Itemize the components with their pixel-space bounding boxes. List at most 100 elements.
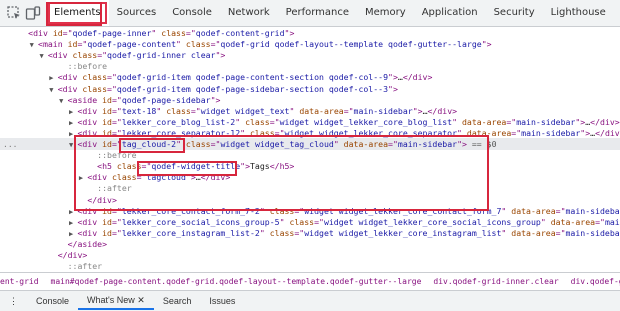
code-token: <div bbox=[28, 28, 53, 38]
drawer-tab-console[interactable]: Console bbox=[27, 296, 78, 306]
code-token: "> bbox=[285, 28, 295, 38]
code-token: <div bbox=[77, 117, 102, 127]
tab-console[interactable]: Console bbox=[164, 0, 220, 26]
code-token: " bbox=[280, 217, 290, 227]
code-token: =" bbox=[112, 106, 122, 116]
code-token: data-area bbox=[511, 206, 555, 216]
code-token: </aside> bbox=[68, 239, 107, 249]
breadcrumb-item[interactable]: div.qodef-grid-item.qodef-page-side bbox=[571, 277, 620, 286]
code-token: class bbox=[82, 72, 107, 82]
code-token: widget widget_lekker_core_social_icons_g… bbox=[324, 217, 541, 227]
code-token: "> bbox=[216, 50, 226, 60]
code-token: =" bbox=[63, 28, 73, 38]
tab-security[interactable]: Security bbox=[486, 0, 543, 26]
drawer-menu-icon[interactable]: ⋮ bbox=[0, 296, 27, 307]
code-token: id bbox=[102, 95, 112, 105]
code-token: "> bbox=[413, 106, 423, 116]
close-icon[interactable]: ✕ bbox=[137, 295, 145, 305]
code-token: =" bbox=[595, 217, 605, 227]
inspect-element-icon[interactable] bbox=[6, 5, 22, 21]
tab-network[interactable]: Network bbox=[220, 0, 278, 26]
code-token: widget widget_lekker_core_instagram_list bbox=[304, 228, 501, 238]
tab-lighthouse[interactable]: Lighthouse bbox=[543, 0, 614, 26]
code-token: main-sidebar bbox=[566, 228, 620, 238]
code-token: " bbox=[289, 106, 299, 116]
code-token: qodef-content-grid bbox=[196, 28, 285, 38]
tag-cloud-id-highlight bbox=[119, 138, 185, 153]
drawer-tab-search[interactable]: Search bbox=[154, 296, 201, 306]
code-token: </div> bbox=[58, 250, 88, 260]
code-token: =" bbox=[270, 117, 280, 127]
code-token: </div> bbox=[595, 128, 620, 138]
code-token: </div> bbox=[590, 117, 620, 127]
code-token: main-sidebar bbox=[354, 106, 413, 116]
code-token: class bbox=[166, 106, 191, 116]
collapse-triangle-icon[interactable]: ▼ bbox=[59, 97, 67, 105]
breadcrumb-item[interactable]: main#qodef-page-content.qodef-grid.qodef… bbox=[51, 277, 422, 286]
code-token: class bbox=[245, 117, 270, 127]
expand-triangle-icon bbox=[59, 241, 67, 249]
code-token: class bbox=[73, 50, 98, 60]
code-token: =" bbox=[112, 117, 122, 127]
tab-application[interactable]: Application bbox=[414, 0, 486, 26]
code-token: "> bbox=[211, 95, 221, 105]
code-token: class bbox=[82, 84, 107, 94]
code-token: " bbox=[452, 117, 462, 127]
code-token: =" bbox=[107, 72, 117, 82]
code-token: "> bbox=[580, 128, 590, 138]
code-token: "> bbox=[388, 84, 398, 94]
code-token: <main bbox=[38, 39, 68, 49]
code-token: =" bbox=[191, 106, 201, 116]
code-token: "> bbox=[388, 72, 398, 82]
code-token: =" bbox=[112, 217, 122, 227]
code-token: main-sidebar bbox=[521, 128, 580, 138]
expand-triangle-icon bbox=[49, 252, 57, 260]
code-token: "> bbox=[482, 39, 492, 49]
drawer-tab-issues[interactable]: Issues bbox=[200, 296, 244, 306]
code-token: main-sidebar bbox=[566, 206, 620, 216]
code-token: </div> bbox=[403, 72, 433, 82]
code-token: id bbox=[53, 28, 63, 38]
code-token: =" bbox=[186, 28, 196, 38]
expand-triangle-icon bbox=[20, 30, 28, 38]
code-token: " bbox=[501, 206, 511, 216]
code-token: =" bbox=[294, 228, 304, 238]
tab-performance[interactable]: Performance bbox=[278, 0, 357, 26]
selected-node-ellipsis[interactable]: ... bbox=[3, 140, 17, 149]
drawer-tab-whats-new[interactable]: What's New ✕ bbox=[78, 292, 154, 310]
code-token: " bbox=[235, 117, 245, 127]
tab-memory[interactable]: Memory bbox=[357, 0, 414, 26]
code-token: " bbox=[260, 228, 270, 238]
dom-node-line[interactable]: ::after bbox=[0, 260, 620, 272]
breadcrumb-item[interactable]: ent-grid bbox=[0, 277, 39, 286]
code-token: " bbox=[501, 228, 511, 238]
code-token: lekker_core_social_icons_group-5 bbox=[122, 217, 280, 227]
code-token: " bbox=[176, 39, 186, 49]
breadcrumb: ent-grid main#qodef-page-content.qodef-gr… bbox=[0, 272, 620, 291]
code-token: main-sidebar bbox=[516, 117, 575, 127]
code-token: " bbox=[541, 217, 551, 227]
code-token: <div bbox=[48, 50, 73, 60]
drawer-tabs: ⋮ Console What's New ✕ Search Issues bbox=[0, 290, 620, 311]
code-token: main-sidebar bbox=[605, 217, 620, 227]
expand-triangle-icon[interactable]: ▶ bbox=[49, 74, 57, 82]
collapse-triangle-icon[interactable]: ▼ bbox=[49, 86, 57, 94]
collapse-triangle-icon[interactable]: ▼ bbox=[39, 52, 47, 60]
collapse-triangle-icon[interactable]: ▼ bbox=[30, 41, 38, 49]
breadcrumb-item[interactable]: div.qodef-grid-inner.clear bbox=[433, 277, 558, 286]
elements-tab-highlight bbox=[46, 2, 102, 26]
code-token: =" bbox=[97, 50, 107, 60]
code-token: <div bbox=[77, 228, 102, 238]
code-token: <aside bbox=[68, 95, 103, 105]
code-token: id bbox=[68, 39, 78, 49]
widget-title-class-highlight bbox=[137, 161, 237, 176]
code-token: lekker_core_blog_list-2 bbox=[122, 117, 235, 127]
code-token: qodef-page-sidebar bbox=[122, 95, 211, 105]
code-token: ::after bbox=[68, 261, 103, 271]
code-token: =" bbox=[511, 128, 521, 138]
tab-sources[interactable]: Sources bbox=[109, 0, 165, 26]
code-token: data-area bbox=[511, 228, 555, 238]
device-toolbar-icon[interactable] bbox=[25, 5, 41, 21]
code-token: id bbox=[102, 106, 112, 116]
code-token: id bbox=[102, 217, 112, 227]
